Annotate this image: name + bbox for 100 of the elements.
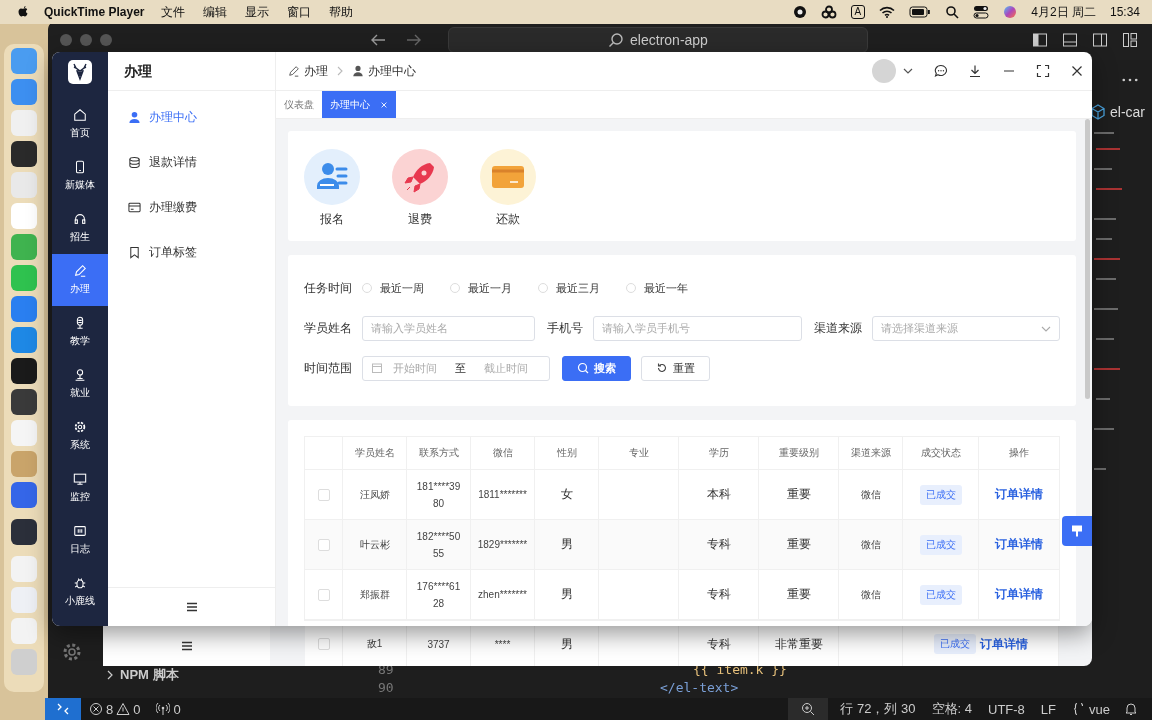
nav-item[interactable]: 日志	[52, 514, 108, 566]
menu-item[interactable]: 显示	[244, 3, 269, 21]
input-field[interactable]: 请输入学员手机号	[592, 315, 802, 341]
language-mode[interactable]: vue	[1072, 701, 1110, 717]
radio-option[interactable]: 最近一年	[626, 280, 714, 296]
deer-logo-icon	[68, 60, 92, 84]
checkbox[interactable]	[317, 488, 330, 501]
close-icon[interactable]	[1070, 64, 1084, 78]
checkbox[interactable]	[317, 638, 330, 650]
back-arrow-icon[interactable]	[370, 33, 386, 47]
submenu-item[interactable]: 办理中心	[108, 95, 275, 140]
tab[interactable]: 办理中心	[322, 91, 396, 118]
quick-action[interactable]: 退费	[392, 149, 448, 241]
submenu-item[interactable]: 办理缴费	[108, 185, 275, 230]
pen-icon	[73, 264, 87, 278]
encoding-setting[interactable]: UTF-8	[988, 701, 1025, 717]
dock-app-icon[interactable]	[11, 389, 37, 415]
orb-icon[interactable]	[1003, 5, 1018, 19]
nav-item[interactable]: 招生	[52, 202, 108, 254]
battery-icon[interactable]	[909, 6, 932, 18]
bell-icon[interactable]	[1124, 702, 1138, 716]
submenu-item[interactable]: 订单标签	[108, 230, 275, 275]
breadcrumb-item[interactable]: 办理	[288, 62, 328, 80]
order-details-link[interactable]: 订单详情	[995, 536, 1043, 553]
order-details-link[interactable]: 订单详情	[995, 586, 1043, 603]
panel-toggle-icon[interactable]	[1062, 32, 1078, 48]
input-field[interactable]: 请输入学员姓名	[362, 315, 535, 341]
layout-icon[interactable]	[1122, 32, 1138, 48]
nav-item[interactable]: 新媒体	[52, 150, 108, 202]
forward-arrow-icon[interactable]	[406, 33, 422, 47]
menu-icon[interactable]	[180, 640, 193, 652]
command-search-field[interactable]: electron-app	[448, 27, 868, 53]
nav-item[interactable]: 监控	[52, 462, 108, 514]
record-icon[interactable]	[792, 5, 807, 19]
menu-item[interactable]: 编辑	[202, 3, 227, 21]
breadcrumb-item[interactable]: 办理中心	[352, 62, 416, 80]
split-view-icon[interactable]	[1092, 32, 1108, 48]
rings-icon[interactable]	[820, 4, 837, 20]
nav-item[interactable]: 小鹿线	[52, 566, 108, 618]
scrollbar[interactable]	[1085, 119, 1090, 399]
chat-icon[interactable]	[934, 64, 948, 78]
line-ending-setting[interactable]: LF	[1040, 701, 1057, 717]
radio-option[interactable]: 最近一周	[362, 280, 450, 296]
reset-button[interactable]: 重置	[641, 355, 710, 381]
radio-option[interactable]: 最近三月	[538, 280, 626, 296]
pen-icon	[288, 65, 300, 77]
search-button[interactable]: 搜索	[562, 355, 631, 381]
order-details-link[interactable]: 订单详情	[979, 635, 1028, 653]
menu-bar-date[interactable]: 4月2日 周二	[1031, 3, 1096, 21]
table-cell-text: 181****3980	[415, 479, 462, 511]
menu-item[interactable]: 窗口	[286, 3, 311, 21]
quick-action[interactable]: 报名	[304, 149, 360, 241]
nav-item[interactable]: 系统	[52, 410, 108, 462]
fullscreen-icon[interactable]	[1036, 64, 1050, 78]
nav-item[interactable]: 办理	[52, 254, 108, 306]
zoom-icon	[801, 702, 816, 716]
wifi-icon[interactable]	[879, 4, 896, 20]
search-icon[interactable]	[945, 5, 960, 19]
radio-option[interactable]: 最近一月	[450, 280, 538, 296]
select-field[interactable]: 请选择渠道来源	[872, 315, 1060, 341]
submenu-item[interactable]: 退款详情	[108, 140, 275, 185]
remote-button[interactable]	[45, 698, 81, 720]
dock-app-icon[interactable]	[11, 519, 37, 545]
nav-item[interactable]: 首页	[52, 98, 108, 150]
dock-app-icon[interactable]	[11, 358, 37, 384]
zoom-button[interactable]	[788, 698, 829, 720]
menu-item[interactable]: 帮助	[328, 3, 353, 21]
field-label: 任务时间	[304, 279, 352, 297]
checkbox[interactable]	[317, 538, 330, 551]
nav-item[interactable]: 教学	[52, 306, 108, 358]
download-icon[interactable]	[968, 64, 982, 78]
status-tag: 已成交	[919, 534, 962, 555]
chevron-right-icon[interactable]	[106, 670, 114, 680]
table-cell: 微信	[860, 537, 881, 552]
problems-indicator[interactable]: 8 0	[89, 701, 141, 717]
ports-indicator[interactable]: 0	[156, 701, 181, 717]
toggles-icon[interactable]	[973, 4, 990, 20]
quick-action[interactable]: 还款	[480, 149, 536, 241]
sidebar-toggle-icon[interactable]	[1032, 32, 1048, 48]
window-control-icon[interactable]	[100, 34, 112, 46]
npm-scripts-section[interactable]: NPM 脚本	[120, 666, 179, 684]
dock-app-icon[interactable]	[11, 141, 37, 167]
date-range-field[interactable]: 开始时间 至 截止时间	[362, 355, 550, 381]
menu-icon[interactable]	[185, 601, 198, 613]
indentation-setting[interactable]: 空格: 4	[931, 700, 972, 718]
window-control-icon[interactable]	[80, 34, 92, 46]
nav-item[interactable]: 就业	[52, 358, 108, 410]
more-icon[interactable]	[1122, 78, 1138, 82]
cursor-position[interactable]: 行 72，列 30	[840, 700, 916, 718]
window-control-icon[interactable]	[60, 34, 72, 46]
table-cell: 郑振群	[359, 587, 390, 602]
theme-button[interactable]	[1062, 516, 1092, 546]
apple-logo-icon[interactable]	[16, 5, 30, 19]
checkbox[interactable]	[317, 588, 330, 601]
menu-item[interactable]: 文件	[160, 3, 185, 21]
order-details-link[interactable]: 订单详情	[995, 486, 1043, 503]
input-source-indicator[interactable]: A	[850, 5, 866, 19]
menu-app-name[interactable]: QuickTime Player	[44, 5, 145, 19]
menu-bar-clock[interactable]: 15:34	[1109, 5, 1140, 19]
tab[interactable]: 仪表盘	[276, 91, 322, 118]
